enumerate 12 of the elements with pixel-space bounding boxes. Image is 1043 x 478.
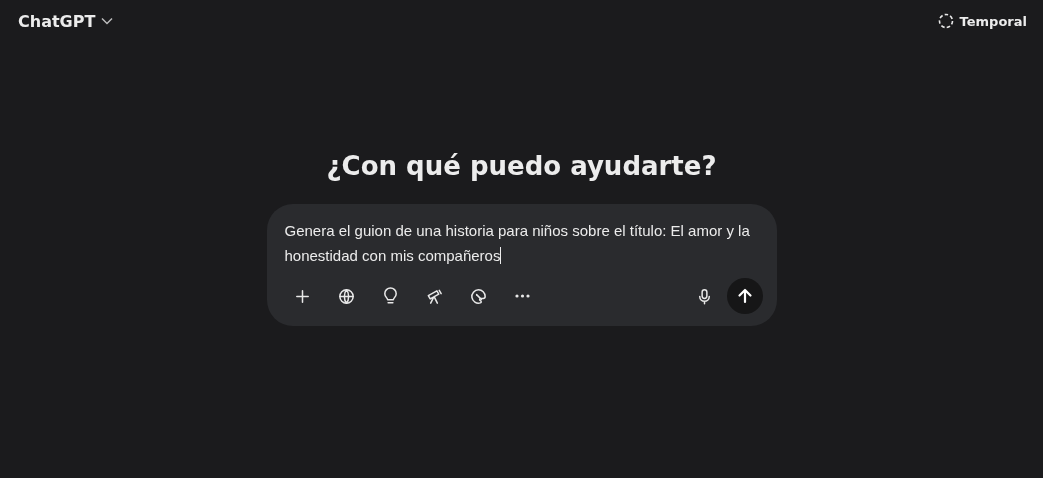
model-selector[interactable]: ChatGPT xyxy=(10,7,122,35)
page-heading: ¿Con qué puedo ayudarte? xyxy=(325,150,718,183)
dashed-circle-icon xyxy=(937,13,954,29)
chevron-down-icon xyxy=(101,17,114,25)
temporary-chat-button[interactable]: Temporal xyxy=(931,9,1033,33)
lightbulb-icon xyxy=(381,286,400,306)
send-button[interactable] xyxy=(726,278,763,314)
palette-icon xyxy=(469,286,488,306)
globe-icon xyxy=(337,286,356,306)
message-field[interactable]: Genera el guion de una historia para niños sobre el título: El amor y la honestidad con mis compañeros xyxy=(284,218,763,268)
arrow-up-icon xyxy=(735,287,754,305)
more-icon xyxy=(515,294,530,298)
